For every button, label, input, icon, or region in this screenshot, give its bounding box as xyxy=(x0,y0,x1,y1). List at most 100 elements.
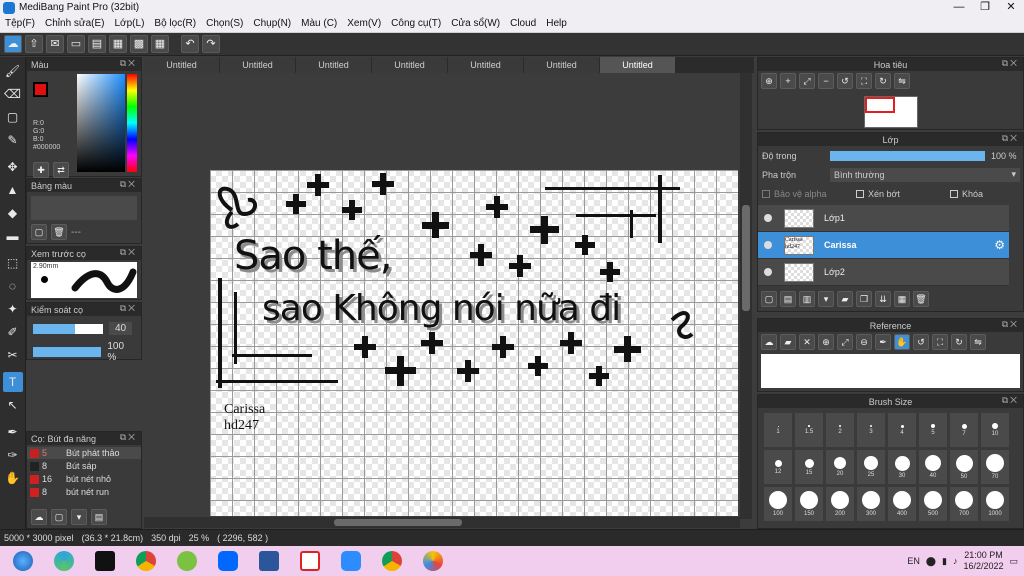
merge-layer-icon[interactable]: ⇊ xyxy=(875,291,891,307)
menu-tools[interactable]: Công cụ(T) xyxy=(386,18,446,29)
delete-layer-icon[interactable]: 🗑 xyxy=(913,291,929,307)
palette-swatch-area[interactable] xyxy=(31,196,137,220)
ref-close-icon[interactable]: ✕ xyxy=(799,334,815,350)
menu-layer[interactable]: Lớp(L) xyxy=(110,18,150,29)
tab-untitled[interactable]: Untitled xyxy=(220,57,296,73)
visibility-icon[interactable] xyxy=(764,268,772,276)
minimize-button[interactable]: — xyxy=(946,0,972,15)
cloud-icon[interactable]: ☁ xyxy=(4,35,22,53)
canvas-area[interactable]: Sao thế, sao Không nói nữa đi Carissa hd… xyxy=(144,73,754,529)
tab-untitled[interactable]: Untitled xyxy=(296,57,372,73)
brush-size-preset[interactable]: 10 xyxy=(981,413,1009,447)
ref-hand-icon[interactable]: ✋ xyxy=(894,334,910,350)
brush-size-preset[interactable]: 25 xyxy=(857,450,885,484)
reference-canvas[interactable] xyxy=(761,354,1020,388)
brush-size-preset[interactable]: 20 xyxy=(826,450,854,484)
tab-untitled-active[interactable]: Untitled xyxy=(600,57,676,73)
brush-size-preset[interactable]: 200 xyxy=(826,487,854,521)
language-indicator[interactable]: EN xyxy=(907,556,920,566)
fill-tool-icon[interactable]: ▲ xyxy=(3,180,23,200)
speech-bubble-icon[interactable]: ▭ xyxy=(67,35,85,53)
network-icon[interactable]: ▮ xyxy=(942,556,947,567)
eyedropper-tool-icon[interactable]: ✒ xyxy=(3,422,23,442)
zoom-out-icon[interactable]: − xyxy=(818,73,834,89)
text-tool-icon[interactable]: T xyxy=(2,372,23,392)
saturation-value-picker[interactable] xyxy=(77,74,125,172)
close-button[interactable]: ✕ xyxy=(998,0,1024,15)
foreground-color-swatch[interactable] xyxy=(33,82,48,97)
operation-tool-icon[interactable]: ↖ xyxy=(3,395,23,415)
brush-size-preset[interactable]: 400 xyxy=(888,487,916,521)
new-layer-icon[interactable]: ▢ xyxy=(761,291,777,307)
chrome-alt-icon[interactable] xyxy=(373,547,411,575)
brush-size-preset[interactable]: 700 xyxy=(950,487,978,521)
panel-menu-icon[interactable]: ⧉✕ xyxy=(1002,133,1019,144)
menu-color[interactable]: Màu (C) xyxy=(296,18,342,29)
panel-menu-icon[interactable]: ⧉✕ xyxy=(1002,58,1019,69)
brush-size-preset[interactable]: 15 xyxy=(795,450,823,484)
paint-icon[interactable] xyxy=(414,547,452,575)
brush-opacity-slider[interactable] xyxy=(33,347,102,357)
hand-tool-icon[interactable]: ✋ xyxy=(3,468,23,488)
brush-size-preset[interactable]: 2 xyxy=(826,413,854,447)
panel-menu-icon[interactable]: ⧉✕ xyxy=(120,58,137,69)
redo-icon[interactable]: ↷ xyxy=(202,35,220,53)
comment-icon[interactable]: ✉ xyxy=(46,35,64,53)
canvas-vertical-scrollbar[interactable] xyxy=(740,73,752,519)
tab-untitled[interactable]: Untitled xyxy=(524,57,600,73)
duplicate-layer-icon[interactable]: ❐ xyxy=(856,291,872,307)
brush-size-preset[interactable]: 300 xyxy=(857,487,885,521)
brush-size-preset[interactable]: 150 xyxy=(795,487,823,521)
zoom-in-icon[interactable]: ⊕ xyxy=(761,73,777,89)
rectangle-tool-icon[interactable]: ▢ xyxy=(3,107,23,127)
menu-edit[interactable]: Chỉnh sửa(E) xyxy=(40,18,110,29)
brush-cloud-icon[interactable]: ☁ xyxy=(31,509,47,525)
clock[interactable]: 21:00 PM 16/2/2022 xyxy=(963,550,1003,572)
blend-mode-select[interactable]: Bình thường ▾ xyxy=(830,167,1020,182)
ref-flip-icon[interactable]: ⇋ xyxy=(970,334,986,350)
layer-row-selected[interactable]: Carissa hd247 Carissa ⚙ xyxy=(758,232,1009,259)
tiles-icon[interactable]: ▦ xyxy=(151,35,169,53)
brush-item[interactable]: 8 bút nét run xyxy=(27,486,141,498)
brush-size-slider[interactable] xyxy=(33,323,103,334)
new-palette-icon[interactable]: ▢ xyxy=(31,224,47,240)
menu-view[interactable]: Xem(V) xyxy=(342,18,386,29)
brush-size-preset[interactable]: 70 xyxy=(981,450,1009,484)
brush-size-preset[interactable]: 40 xyxy=(919,450,947,484)
ref-eyedropper-icon[interactable]: ✒ xyxy=(875,334,891,350)
brush-size-preset[interactable]: 12 xyxy=(764,450,792,484)
fit-icon[interactable]: ⤢ xyxy=(799,73,815,89)
zoom-app-icon[interactable] xyxy=(332,547,370,575)
gear-icon[interactable]: ⚙ xyxy=(994,238,1005,252)
start-button[interactable] xyxy=(4,547,42,575)
layer-row[interactable]: Lớp2 xyxy=(758,259,1009,286)
visibility-icon[interactable] xyxy=(764,241,772,249)
brush-size-preset[interactable]: 1 xyxy=(764,413,792,447)
zalo-icon[interactable] xyxy=(209,547,247,575)
menu-snap[interactable]: Chụp(N) xyxy=(248,18,296,29)
navigator-thumbnail[interactable] xyxy=(864,96,918,128)
brush-size-preset[interactable]: 5 xyxy=(919,413,947,447)
brush-size-preset[interactable]: 50 xyxy=(950,450,978,484)
select-pen-tool-icon[interactable]: ✐ xyxy=(3,322,23,342)
ref-fit-window-icon[interactable]: ⛶ xyxy=(932,334,948,350)
hue-slider[interactable] xyxy=(127,74,137,172)
layer-row[interactable]: Lớp1 xyxy=(758,205,1009,232)
new-raster-layer-icon[interactable]: ▤ xyxy=(780,291,796,307)
menu-select[interactable]: Chọn(S) xyxy=(201,18,248,29)
brush-size-preset[interactable]: 7 xyxy=(950,413,978,447)
folder-icon[interactable]: ▰ xyxy=(837,291,853,307)
volume-icon[interactable]: ♪ xyxy=(953,556,958,566)
add-brush-icon[interactable]: ▾ xyxy=(71,509,87,525)
ref-zoom-in-icon[interactable]: ⊕ xyxy=(818,334,834,350)
chrome-icon[interactable] xyxy=(127,547,165,575)
ref-rotate-right-icon[interactable]: ↻ xyxy=(951,334,967,350)
delete-palette-icon[interactable]: 🗑 xyxy=(51,224,67,240)
zoom-in-plus-icon[interactable]: + xyxy=(780,73,796,89)
ref-cloud-icon[interactable]: ☁ xyxy=(761,334,777,350)
color-add-icon[interactable]: ✚ xyxy=(33,162,49,178)
menu-window[interactable]: Cửa sổ(W) xyxy=(446,18,505,29)
add-layer-dropdown-icon[interactable]: ▾ xyxy=(818,291,834,307)
menu-file[interactable]: Tệp(F) xyxy=(0,18,40,29)
move-tool-icon[interactable]: ✥ xyxy=(3,157,23,177)
